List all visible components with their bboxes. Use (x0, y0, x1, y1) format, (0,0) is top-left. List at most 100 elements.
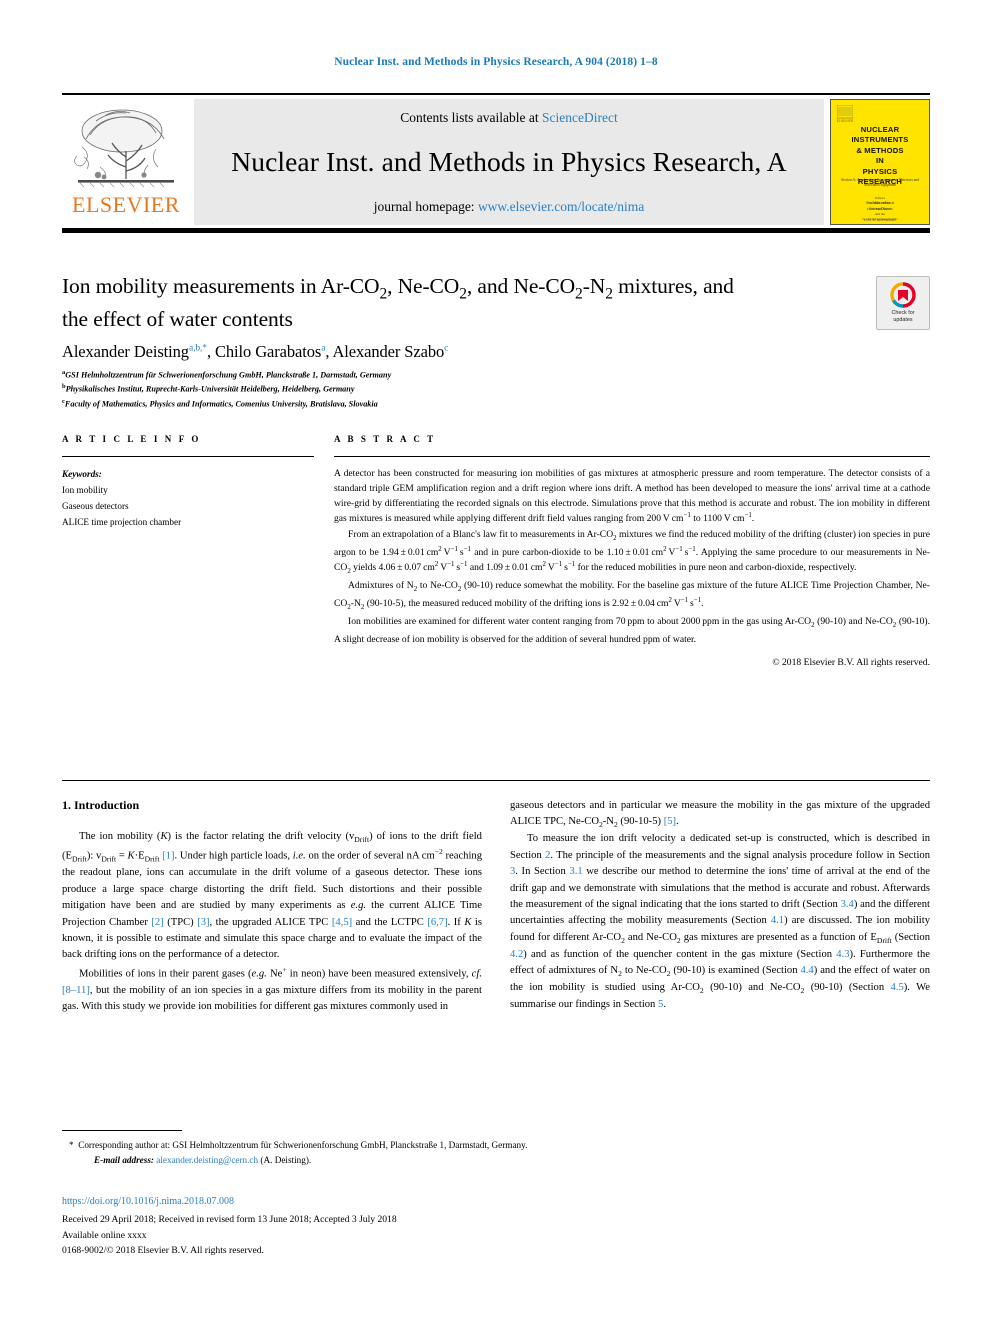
crossmark-icon (890, 282, 916, 308)
footnote-rule (62, 1130, 182, 1131)
email-suffix: (A. Deisting). (260, 1154, 312, 1165)
citation-link[interactable]: [4,5] (332, 917, 352, 928)
cover-elsevier-icon: ELSEVIER (837, 105, 853, 123)
masthead-bottom-rule (62, 228, 930, 233)
section-link[interactable]: 4.1 (771, 915, 784, 926)
body-paragraph: gaseous detectors and in particular we m… (510, 800, 930, 830)
email-note: E-mail address: alexander.deisting@cern.… (62, 1153, 762, 1168)
article-info-heading: A R T I C L E I N F O (62, 434, 201, 444)
affiliation-item: cFaculty of Mathematics, Physics and Inf… (62, 397, 930, 411)
cover-title-line: & METHODS (856, 145, 904, 155)
info-abstract-block: A R T I C L E I N F O Keywords: Ion mobi… (62, 434, 930, 668)
article-info-rule (62, 456, 314, 457)
available-online: Available online xxxx (62, 1229, 147, 1241)
journal-cover-thumbnail: ELSEVIER NUCLEAR INSTRUMENTS & METHODS I… (830, 99, 930, 225)
elsevier-tree-icon (74, 109, 174, 188)
section-heading-introduction: 1. Introduction (62, 798, 140, 812)
journal-homepage-link[interactable]: www.elsevier.com/locate/nima (478, 199, 644, 214)
keyword-item: ALICE time projection chamber (62, 517, 182, 528)
citation-link[interactable]: [1] (162, 850, 174, 861)
abstract-paragraph: Admixtures of N2 to Ne-CO2 (90-10) reduc… (334, 579, 931, 611)
abstract-copyright: © 2018 Elsevier B.V. All rights reserved… (772, 656, 930, 668)
cover-title-line: PHYSICS (862, 166, 898, 176)
article-page: Nuclear Inst. and Methods in Physics Res… (0, 0, 992, 1323)
citation-link[interactable]: [3] (197, 917, 209, 928)
body-paragraph: The ion mobility (K) is the factor relat… (62, 831, 482, 961)
abstract-paragraph: From an extrapolation of a Blanc's law f… (334, 528, 930, 576)
journal-homepage-line: journal homepage: www.elsevier.com/locat… (194, 199, 824, 215)
abstract-rule (334, 456, 930, 457)
body-paragraph: To measure the ion drift velocity a dedi… (510, 833, 930, 1010)
author-marks: a,b,* (188, 343, 207, 354)
keyword-item: Ion mobility (62, 485, 108, 496)
homepage-prefix: journal homepage: (373, 199, 478, 214)
affiliation-item: bPhysikalisches Institut, Ruprecht-Karls… (62, 382, 930, 396)
abstract-column: A B S T R A C T A detector has been cons… (334, 434, 930, 668)
section-link[interactable]: 3.1 (569, 866, 582, 877)
sciencedirect-link[interactable]: ScienceDirect (542, 110, 618, 125)
author-marks: c (444, 343, 449, 354)
crossmark-badge[interactable]: Check for updates (876, 276, 930, 330)
citation-link[interactable]: [6,7] (427, 917, 447, 928)
issn-copyright: 0168-9002/© 2018 Elsevier B.V. All right… (62, 1245, 264, 1257)
author-marks: a (321, 343, 326, 354)
email-link[interactable]: alexander.deisting@cern.ch (156, 1155, 258, 1165)
contents-available-line: Contents lists available at ScienceDirec… (194, 110, 824, 126)
section-link[interactable]: 3.4 (841, 899, 854, 910)
section-link[interactable]: 2 (545, 850, 550, 861)
citation-link[interactable]: [8–11] (62, 985, 90, 996)
abstract-paragraph: A detector has been constructed for meas… (334, 468, 930, 525)
svg-text:ELSEVIER: ELSEVIER (837, 119, 853, 123)
cover-subtitle: Section A: Accelerators, Spectrometers, … (841, 178, 919, 188)
corresponding-text: Corresponding author at: GSI Helmholtzze… (78, 1140, 528, 1150)
citation-link[interactable]: [2] (151, 917, 163, 928)
contents-prefix: Contents lists available at (400, 110, 542, 125)
keywords-label: Keywords: (62, 469, 102, 479)
author-name: Alexander Deisting (62, 342, 189, 362)
section-link[interactable]: 3 (510, 866, 515, 877)
received-dates: Received 29 April 2018; Received in revi… (62, 1214, 397, 1225)
masthead-center: Contents lists available at ScienceDirec… (194, 99, 824, 225)
author-list: Alexander Deistinga,b,*, Chilo Garabatos… (62, 342, 449, 362)
author-name: Alexander Szabo (332, 342, 445, 362)
corresponding-author-note: * Corresponding author at: GSI Helmholtz… (62, 1138, 762, 1153)
affiliation-text: Physikalisches Institut, Ruprecht-Karls-… (65, 385, 355, 395)
section-link[interactable]: 5 (658, 999, 663, 1010)
affiliation-text: Faculty of Mathematics, Physics and Info… (64, 399, 378, 409)
cover-footer-issn: ELSEVIER ISSN 0168-9002 (862, 217, 898, 221)
article-body: 1. Introduction The ion mobility (K) is … (62, 798, 930, 1016)
cover-title-line: IN (876, 156, 884, 166)
running-head: Nuclear Inst. and Methods in Physics Res… (334, 56, 658, 68)
article-info-column: A R T I C L E I N F O Keywords: Ion mobi… (62, 434, 314, 668)
cover-title-line: INSTRUMENTS (851, 135, 909, 145)
elsevier-wordmark: ELSEVIER (72, 192, 180, 217)
cover-title-line: NUCLEAR (860, 125, 900, 134)
section-link[interactable]: 4.4 (800, 965, 813, 976)
journal-masthead: ELSEVIER Contents lists available at Sci… (62, 93, 930, 225)
abstract-paragraph: Ion mobilities are examined for differen… (334, 615, 930, 645)
elsevier-logo: ELSEVIER (62, 99, 190, 225)
affiliation-item: aGSI Helmholtzzentrum für Schwerionenfor… (62, 368, 930, 382)
cover-footer: Available online at ScienceDirect (865, 200, 895, 211)
affiliation-text: GSI Helmholtzzentrum für Schwerionenfors… (65, 370, 392, 380)
section-link[interactable]: 4.5 (891, 982, 904, 993)
page-title: Ion mobility measurements in Ar-CO2, Ne-… (62, 274, 734, 331)
keyword-item: Gaseous detectors (62, 501, 129, 512)
body-paragraph: Mobilities of ions in their parent gases… (62, 964, 482, 1013)
title-block: Ion mobility measurements in Ar-CO2, Ne-… (62, 272, 930, 411)
body-top-rule (62, 780, 930, 781)
body-left-column: 1. Introduction The ion mobility (K) is … (62, 798, 482, 1016)
email-label: E-mail address: (94, 1154, 154, 1165)
affiliation-list: aGSI Helmholtzzentrum für Schwerionenfor… (62, 368, 930, 411)
section-link[interactable]: 4.3 (836, 949, 849, 960)
section-link[interactable]: 4.2 (510, 949, 523, 960)
citation-link[interactable]: [5] (664, 816, 676, 827)
crossmark-label: Check for updates (891, 309, 915, 323)
body-right-column: gaseous detectors and in particular we m… (510, 798, 930, 1016)
journal-title: Nuclear Inst. and Methods in Physics Res… (231, 145, 787, 177)
author-name: Chilo Garabatos (215, 342, 322, 362)
footnote-block: * Corresponding author at: GSI Helmholtz… (62, 1138, 762, 1168)
abstract-heading: A B S T R A C T (334, 434, 436, 444)
doi-link[interactable]: https://doi.org/10.1016/j.nima.2018.07.0… (62, 1196, 234, 1207)
publication-info: Received 29 April 2018; Received in revi… (62, 1212, 397, 1259)
